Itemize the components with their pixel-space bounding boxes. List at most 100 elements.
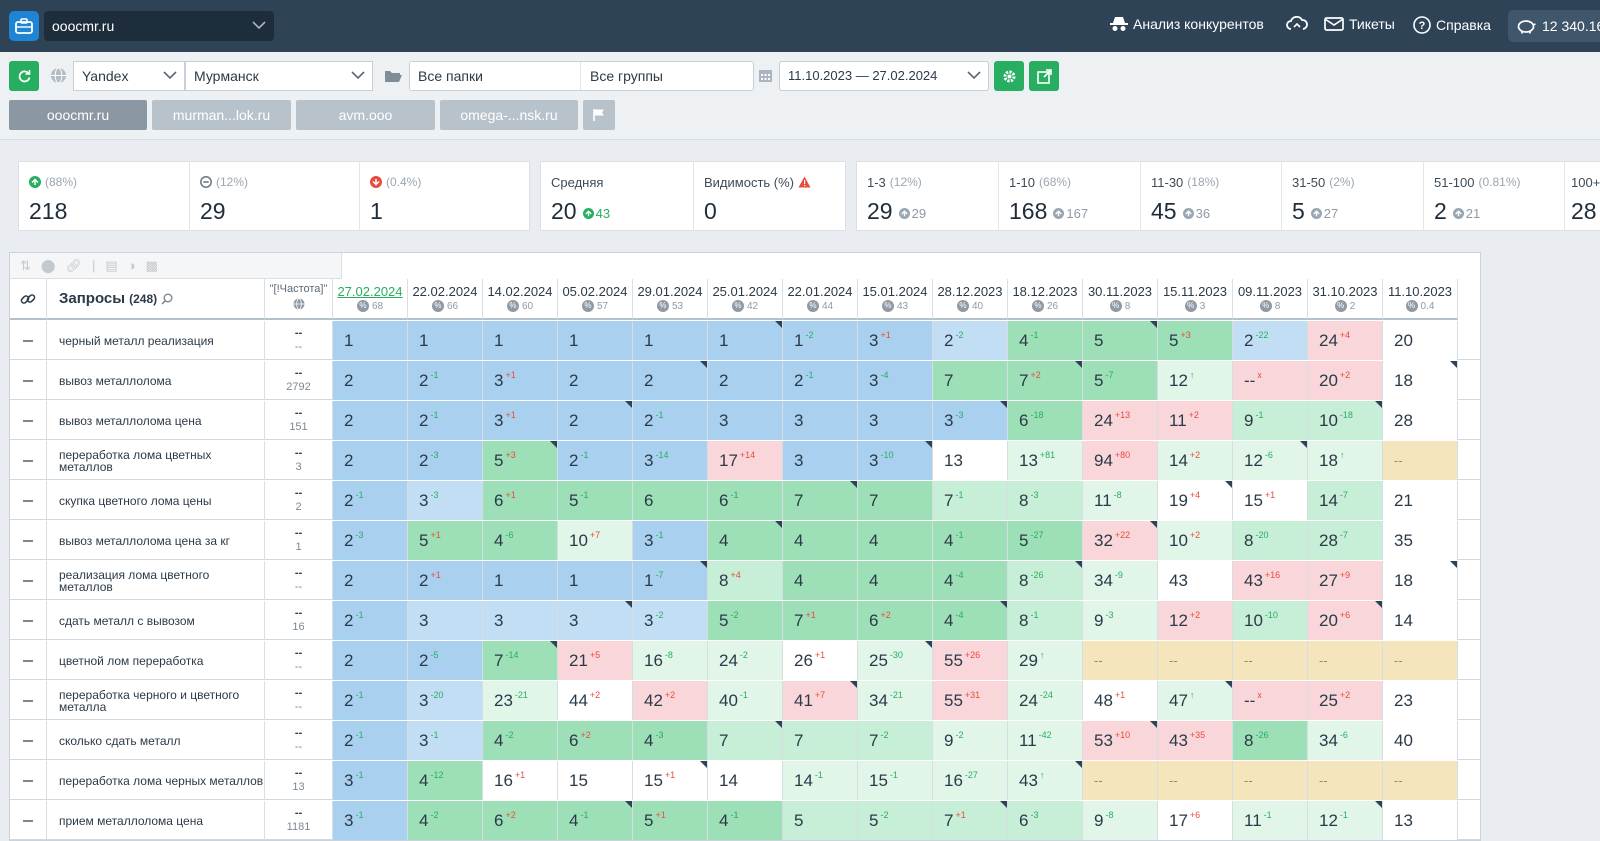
position-cell[interactable]: 32 +22 xyxy=(1083,521,1158,560)
position-cell[interactable]: 25 +2 xyxy=(1308,681,1383,720)
position-cell[interactable]: 2 -1 xyxy=(333,681,408,720)
position-cell[interactable]: 8 -1 xyxy=(1008,601,1083,640)
position-cell[interactable]: 6 +1 xyxy=(483,481,558,520)
position-cell[interactable]: 6 -3 xyxy=(1008,801,1083,840)
date-column-header[interactable]: 30.11.2023% 8 xyxy=(1083,279,1158,320)
row-toggle-button[interactable] xyxy=(10,481,47,520)
contrast-icon[interactable]: ◑ xyxy=(128,258,136,273)
position-cell[interactable]: 2 xyxy=(333,441,408,480)
row-toggle-button[interactable] xyxy=(10,761,47,800)
position-cell[interactable]: 16 +1 xyxy=(483,761,558,800)
position-cell[interactable]: 34 -21 xyxy=(858,681,933,720)
position-cell[interactable]: -- xyxy=(1308,761,1383,800)
position-cell[interactable]: 43 +35 xyxy=(1158,721,1233,760)
position-cell[interactable]: 5 -2 xyxy=(858,801,933,840)
position-cell[interactable]: 4 xyxy=(858,561,933,600)
position-cell[interactable]: 5 xyxy=(783,801,858,840)
site-tab-2[interactable]: murman...lok.ru xyxy=(152,100,291,130)
position-cell[interactable]: 4 -6 xyxy=(483,521,558,560)
position-cell[interactable]: 3 xyxy=(408,601,483,640)
date-column-header[interactable]: 14.02.2024% 60 xyxy=(483,279,558,320)
position-cell[interactable]: 12 -1 xyxy=(1308,801,1383,840)
position-cell[interactable]: 1 -2 xyxy=(783,321,858,360)
position-cell[interactable]: 9 -8 xyxy=(1083,801,1158,840)
position-cell[interactable]: 3 -14 xyxy=(633,441,708,480)
position-cell[interactable]: 10 -10 xyxy=(1233,601,1308,640)
position-cell[interactable]: 3 xyxy=(858,401,933,440)
date-column-header[interactable]: 22.02.2024% 66 xyxy=(408,279,483,320)
position-cell[interactable]: 2 xyxy=(333,401,408,440)
position-cell[interactable]: 7 xyxy=(708,721,783,760)
position-cell[interactable]: 20 +6 xyxy=(1308,601,1383,640)
position-cell[interactable]: 18 ↑ xyxy=(1308,441,1383,480)
position-cell[interactable]: 2 -5 xyxy=(408,641,483,680)
position-cell[interactable]: 43 +16 xyxy=(1233,561,1308,600)
position-cell[interactable]: 8 -20 xyxy=(1233,521,1308,560)
position-cell[interactable]: 15 xyxy=(558,761,633,800)
position-cell[interactable]: 2 xyxy=(708,361,783,400)
query-text[interactable]: переработка черного и цветного металла xyxy=(47,681,265,720)
position-cell[interactable]: 24 +4 xyxy=(1308,321,1383,360)
position-cell[interactable]: 9 -3 xyxy=(1083,601,1158,640)
position-cell[interactable]: 29 ↑ xyxy=(1008,641,1083,680)
position-cell[interactable]: 3 -1 xyxy=(633,521,708,560)
position-cell[interactable]: 40 -1 xyxy=(708,681,783,720)
position-cell[interactable]: 41 +7 xyxy=(783,681,858,720)
query-text[interactable]: вывоз металлолома цена xyxy=(47,401,265,440)
region-select[interactable]: Мурманск xyxy=(185,61,373,91)
position-cell[interactable]: 2 -1 xyxy=(633,401,708,440)
position-cell[interactable]: 14 -7 xyxy=(1308,481,1383,520)
position-cell[interactable]: 27 +9 xyxy=(1308,561,1383,600)
position-cell[interactable]: 4 -12 xyxy=(408,761,483,800)
position-cell[interactable]: 7 -1 xyxy=(933,481,1008,520)
position-cell[interactable]: 3 -10 xyxy=(858,441,933,480)
site-tab-4[interactable]: omega-...nsk.ru xyxy=(440,100,578,130)
position-cell[interactable]: 34 -9 xyxy=(1083,561,1158,600)
position-cell[interactable]: 4 -1 xyxy=(933,521,1008,560)
row-toggle-button[interactable] xyxy=(10,441,47,480)
position-cell[interactable]: 2 xyxy=(333,641,408,680)
position-cell[interactable]: 1 xyxy=(333,321,408,360)
position-cell[interactable]: 47 ↑ xyxy=(1158,681,1233,720)
position-cell[interactable]: 9 -2 xyxy=(933,721,1008,760)
position-cell[interactable]: 8 +4 xyxy=(708,561,783,600)
position-cell[interactable]: 7 -2 xyxy=(858,721,933,760)
position-cell[interactable]: 43 ↑ xyxy=(1008,761,1083,800)
position-cell[interactable]: 16 -27 xyxy=(933,761,1008,800)
row-toggle-button[interactable] xyxy=(10,721,47,760)
position-cell[interactable]: 17 +6 xyxy=(1158,801,1233,840)
query-text[interactable]: вывоз металлолома xyxy=(47,361,265,400)
position-cell[interactable]: 7 -14 xyxy=(483,641,558,680)
position-cell[interactable]: 15 +1 xyxy=(633,761,708,800)
position-cell[interactable]: 24 -24 xyxy=(1008,681,1083,720)
position-cell[interactable]: 5 xyxy=(1083,321,1158,360)
date-column-header[interactable]: 11.10.2023% 0.4 xyxy=(1383,279,1458,320)
link-icon[interactable]: 🔗︎ xyxy=(65,258,82,274)
position-cell[interactable]: 3 -1 xyxy=(408,721,483,760)
position-cell[interactable]: 14 -1 xyxy=(783,761,858,800)
date-column-header[interactable]: 09.11.2023% 8 xyxy=(1233,279,1308,320)
position-cell[interactable]: 5 -27 xyxy=(1008,521,1083,560)
position-cell[interactable]: -- xyxy=(1383,641,1458,680)
position-cell[interactable]: 3 +1 xyxy=(483,401,558,440)
position-cell[interactable]: 13 xyxy=(933,441,1008,480)
position-cell[interactable]: 28 -7 xyxy=(1308,521,1383,560)
row-toggle-button[interactable] xyxy=(10,321,47,360)
position-cell[interactable]: 12 ↑ xyxy=(1158,361,1233,400)
position-cell[interactable]: 26 +1 xyxy=(783,641,858,680)
position-cell[interactable]: -- xyxy=(1383,761,1458,800)
position-cell[interactable]: 8 -26 xyxy=(1008,561,1083,600)
position-cell[interactable]: 4 -3 xyxy=(633,721,708,760)
position-cell[interactable]: 2 xyxy=(558,401,633,440)
position-cell[interactable]: 5 -2 xyxy=(708,601,783,640)
position-cell[interactable]: 2 -1 xyxy=(333,601,408,640)
position-cell[interactable]: 2 -1 xyxy=(408,361,483,400)
position-cell[interactable]: 94 +80 xyxy=(1083,441,1158,480)
position-cell[interactable]: 1 xyxy=(558,321,633,360)
position-cell[interactable]: 3 xyxy=(783,441,858,480)
position-cell[interactable]: 2 -1 xyxy=(558,441,633,480)
query-text[interactable]: прием металлолома цена xyxy=(47,801,265,840)
position-cell[interactable]: 11 -42 xyxy=(1008,721,1083,760)
position-cell[interactable]: -- xyxy=(1233,641,1308,680)
query-text[interactable]: переработка лома черных металлов xyxy=(47,761,265,800)
